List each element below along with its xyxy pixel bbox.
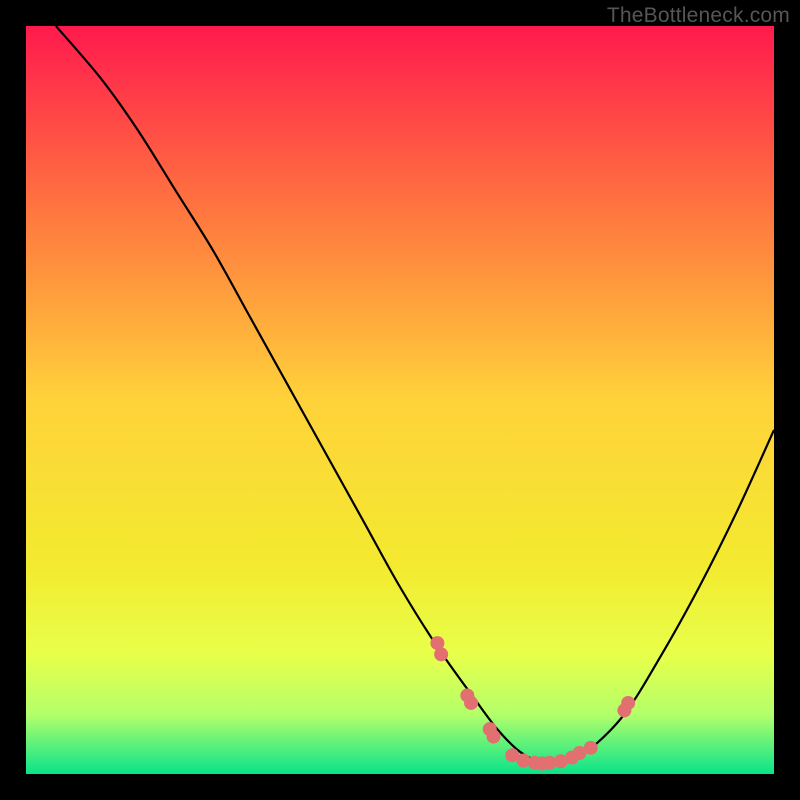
scatter-point: [621, 696, 635, 710]
chart-frame: [26, 26, 774, 774]
chart-background: [26, 26, 774, 774]
chart-svg: [26, 26, 774, 774]
scatter-point: [464, 696, 478, 710]
scatter-point: [434, 647, 448, 661]
scatter-point: [584, 741, 598, 755]
scatter-point: [487, 730, 501, 744]
watermark-text: TheBottleneck.com: [607, 4, 790, 28]
